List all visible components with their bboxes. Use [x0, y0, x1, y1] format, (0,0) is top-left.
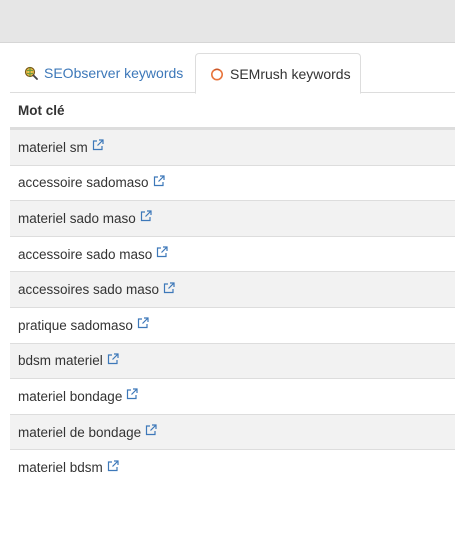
- keyword-text: bdsm materiel: [18, 353, 103, 369]
- keyword-tabs: SEObserver keywords SEMrush keywords: [10, 53, 455, 94]
- external-link-icon[interactable]: [107, 460, 119, 472]
- keyword-text: materiel sm: [18, 139, 88, 155]
- table-row: materiel de bondage: [10, 413, 455, 450]
- keyword-text: materiel de bondage: [18, 424, 142, 440]
- keyword-text: accessoire sado maso: [18, 246, 153, 262]
- magnifier-globe-icon: [24, 66, 38, 80]
- table-row: bdsm materiel: [10, 342, 455, 379]
- external-link-icon[interactable]: [156, 246, 168, 258]
- keyword-text: materiel sado maso: [18, 210, 136, 226]
- tab-seobserver-keywords[interactable]: SEObserver keywords: [12, 53, 194, 93]
- external-link-icon[interactable]: [145, 424, 157, 436]
- keyword-text: accessoires sado maso: [18, 282, 160, 298]
- keywords-table: Mot clé materiel sm accessoire sadomaso ma…: [10, 93, 455, 485]
- table-row: accessoires sado maso: [10, 271, 455, 307]
- tab-semrush-keywords[interactable]: SEMrush keywords: [195, 53, 361, 94]
- keyword-text: materiel bdsm: [18, 460, 103, 476]
- external-link-icon[interactable]: [137, 317, 149, 329]
- keyword-text: accessoire sadomaso: [18, 175, 149, 191]
- external-link-icon[interactable]: [92, 139, 104, 151]
- table-row: materiel bondage: [10, 378, 455, 414]
- table-row: accessoire sado maso: [10, 235, 455, 272]
- table-row: pratique sadomaso: [10, 306, 455, 343]
- tab-seobserver-label: SEObserver keywords: [44, 65, 184, 81]
- external-link-icon[interactable]: [126, 388, 138, 400]
- keywords-table-body: materiel sm accessoire sadomaso materiel s…: [10, 129, 455, 485]
- external-link-icon[interactable]: [140, 210, 152, 222]
- table-row: accessoire sadomaso: [10, 164, 455, 201]
- table-row: materiel sm: [10, 129, 455, 165]
- keyword-text: pratique sadomaso: [18, 317, 133, 333]
- tab-semrush-label: SEMrush keywords: [230, 65, 351, 82]
- table-row: materiel sado maso: [10, 200, 455, 236]
- external-link-icon[interactable]: [163, 282, 175, 294]
- external-link-icon[interactable]: [153, 175, 165, 187]
- external-link-icon[interactable]: [107, 353, 119, 365]
- top-bar: [0, 0, 455, 43]
- keyword-text: materiel bondage: [18, 388, 123, 404]
- column-header-mot-cle: Mot clé: [10, 93, 455, 129]
- semrush-icon: [210, 67, 224, 81]
- table-row: materiel bdsm: [10, 449, 455, 485]
